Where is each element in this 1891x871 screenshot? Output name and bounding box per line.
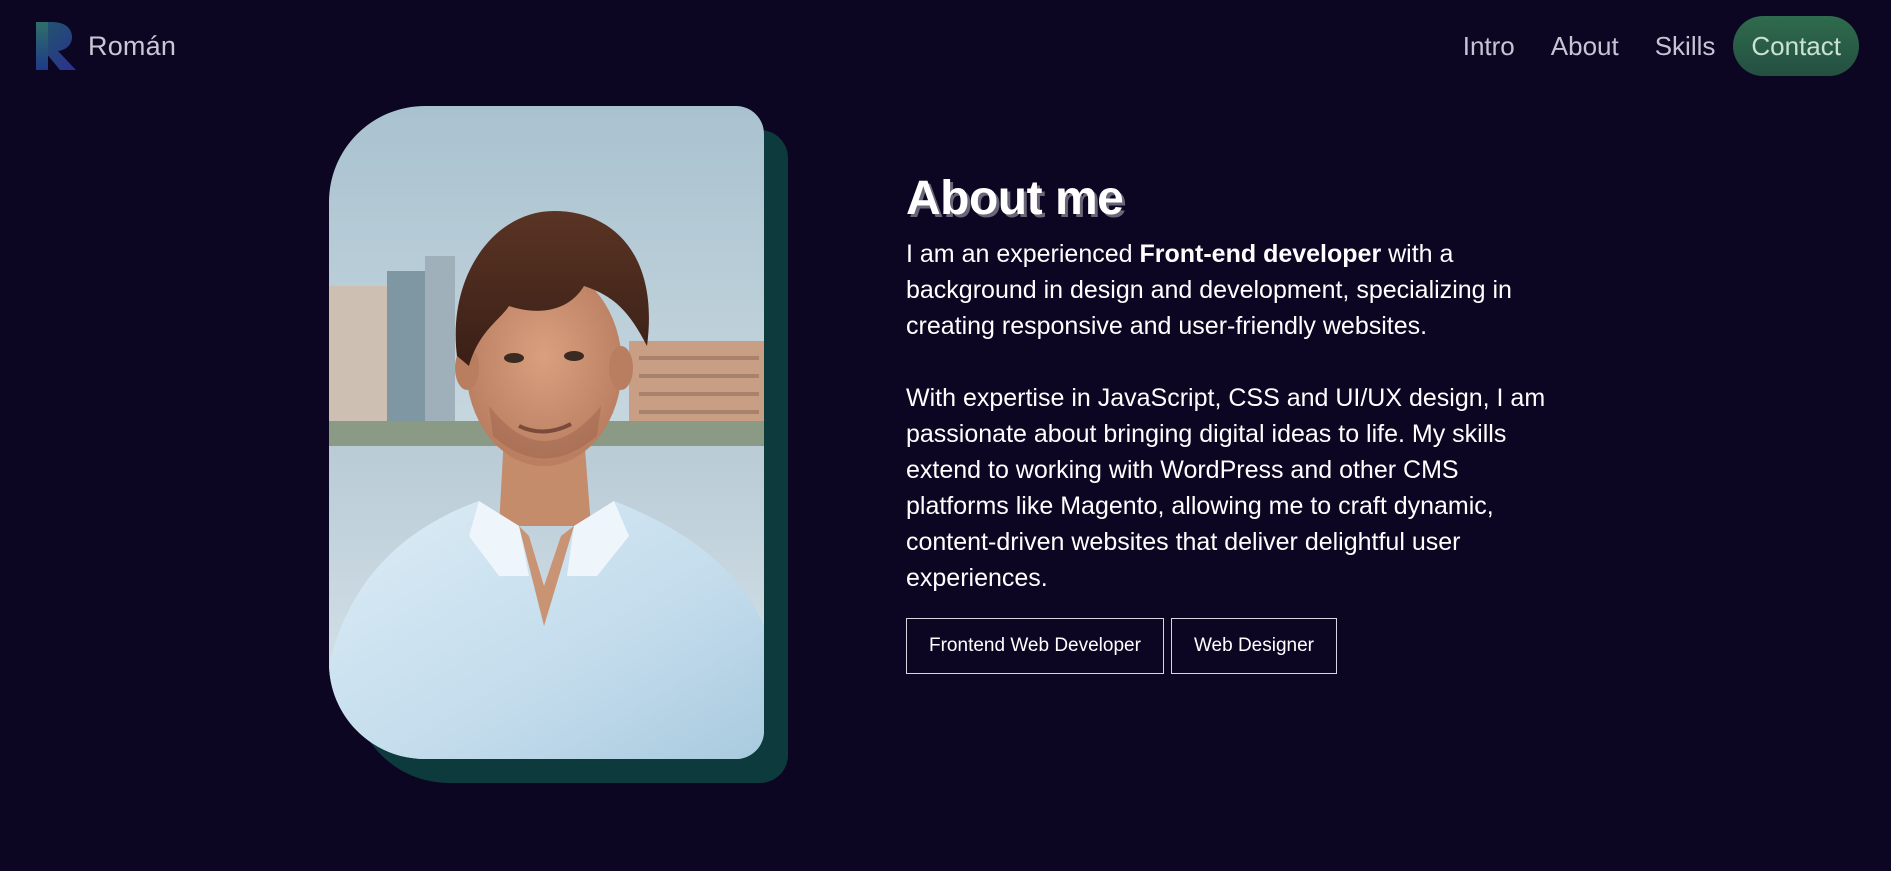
brand-link[interactable]: Román bbox=[36, 22, 176, 70]
brand-name: Román bbox=[88, 30, 177, 61]
nav-about[interactable]: About bbox=[1533, 16, 1637, 76]
site-header: Román Intro About Skills Contact bbox=[0, 0, 1891, 92]
role-tags: Frontend Web Developer Web Designer bbox=[906, 618, 1566, 674]
r-logo-icon bbox=[36, 22, 76, 70]
tag-web-designer[interactable]: Web Designer bbox=[1170, 618, 1337, 674]
about-paragraph-2: With expertise in JavaScript, CSS and UI… bbox=[906, 384, 1546, 592]
main-nav: Intro About Skills Contact bbox=[1445, 16, 1859, 76]
profile-photo-card bbox=[329, 106, 789, 783]
tag-frontend-web-developer[interactable]: Frontend Web Developer bbox=[906, 618, 1164, 674]
nav-skills[interactable]: Skills bbox=[1637, 16, 1734, 76]
nav-intro[interactable]: Intro bbox=[1445, 16, 1533, 76]
about-p1-highlight: Front-end developer bbox=[1139, 240, 1382, 268]
profile-photo bbox=[329, 106, 764, 759]
about-p1-start: I am an experienced bbox=[906, 240, 1140, 268]
about-paragraph-1: I am an experienced Front-end developer … bbox=[906, 236, 1566, 344]
nav-contact-button[interactable]: Contact bbox=[1733, 16, 1859, 76]
about-section: About me I am an experienced Front-end d… bbox=[906, 168, 1566, 674]
about-title: About me bbox=[906, 172, 1124, 225]
